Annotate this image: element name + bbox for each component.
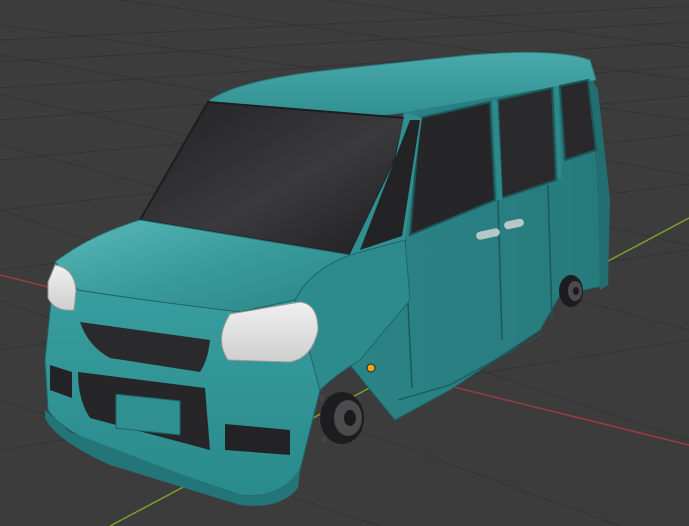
3d-viewport[interactable] bbox=[0, 0, 689, 526]
viewport-canvas[interactable] bbox=[0, 0, 689, 526]
side-window-middle bbox=[496, 86, 558, 200]
front-wheel-hub[interactable] bbox=[319, 392, 364, 444]
license-plate-area bbox=[115, 393, 181, 436]
origin-dot-icon[interactable] bbox=[366, 363, 376, 373]
van-mesh[interactable] bbox=[44, 51, 610, 506]
rear-wheel-hub[interactable] bbox=[559, 275, 583, 307]
